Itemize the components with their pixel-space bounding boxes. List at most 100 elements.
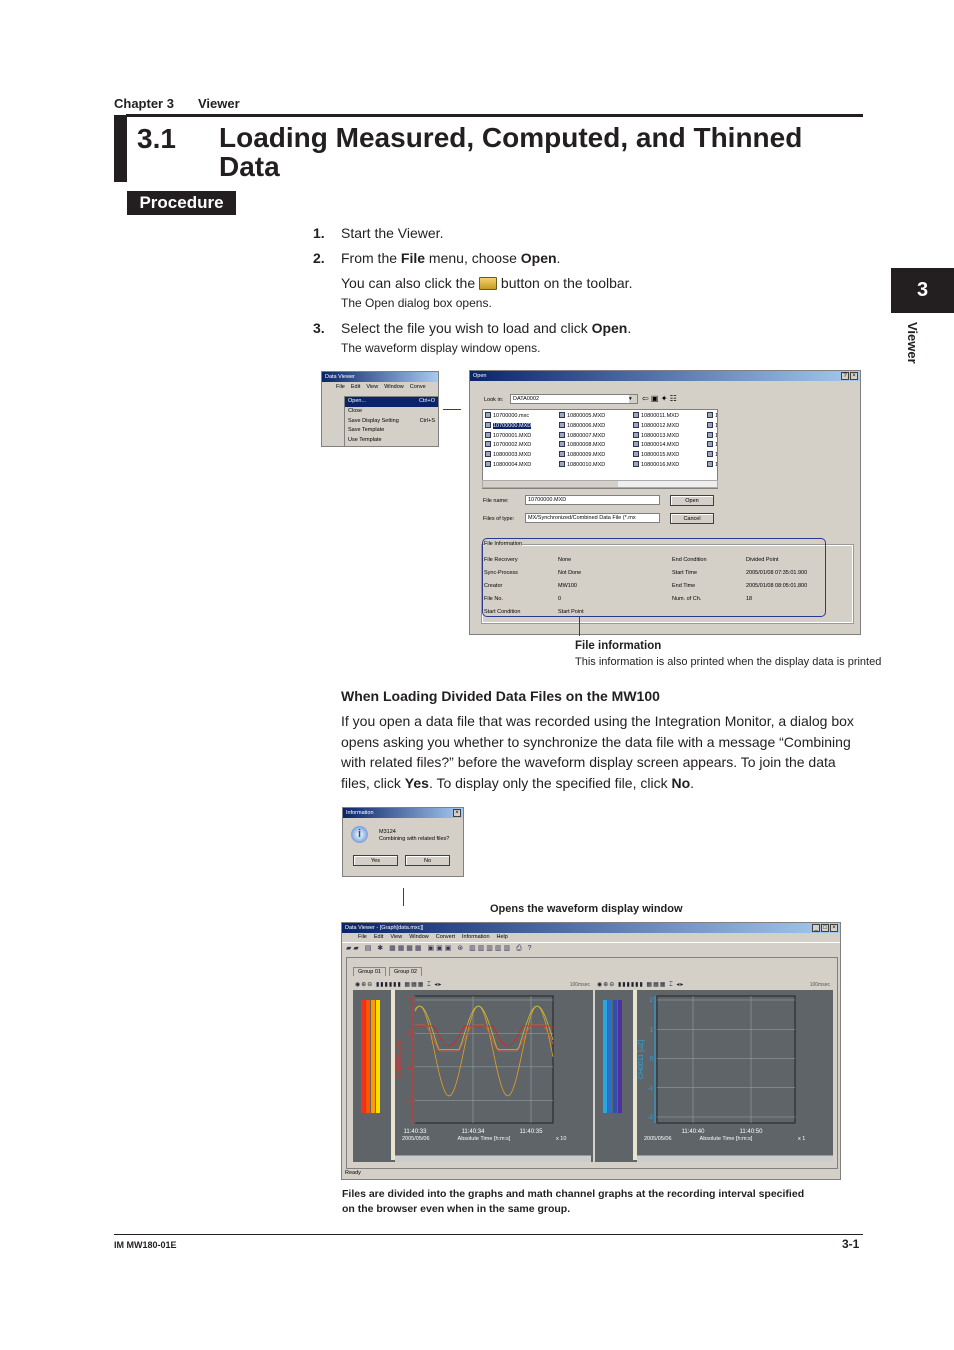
menu-item[interactable]: Close	[345, 407, 438, 417]
file-item[interactable]: 10700000.mxc	[485, 412, 559, 422]
chapter-tab-label: Viewer	[905, 322, 920, 364]
file-icon	[485, 451, 491, 458]
menu-item[interactable]: Save Template	[345, 426, 438, 436]
file-item[interactable]: 10800010.MXD	[559, 460, 633, 471]
file-item[interactable]: 1	[707, 441, 717, 451]
horizontal-scrollbar[interactable]	[395, 1155, 591, 1162]
file-item[interactable]: 10800013.MXD	[633, 431, 707, 442]
y-tick-label: 0	[408, 1031, 412, 1037]
file-icon	[633, 412, 639, 418]
file-item[interactable]: 1	[707, 431, 717, 442]
menu-item[interactable]: Open... Ctrl+O	[345, 397, 438, 407]
tab-group-02[interactable]: Group 02	[389, 967, 422, 976]
help-button[interactable]: ?	[841, 372, 849, 380]
figure-caption: Files are divided into the graphs and ma…	[342, 1188, 805, 1200]
file-icon	[559, 451, 565, 458]
file-item[interactable]: 1	[707, 451, 717, 461]
callout-description: This information is also printed when th…	[575, 656, 882, 668]
menu-file[interactable]: File	[336, 382, 345, 392]
step-text: Select the file you wish to load and cli…	[341, 320, 632, 336]
file-icon	[707, 412, 713, 418]
toolbar-icons[interactable]: ⇦ ▣ ✦ ☷	[642, 394, 677, 403]
step-alt-text: You can also click the button on the too…	[341, 275, 633, 291]
close-button[interactable]: ×	[453, 809, 461, 817]
menu-help[interactable]: Help	[497, 933, 508, 942]
look-in-select[interactable]: DATA0002 ▾	[510, 394, 638, 404]
header-rule	[126, 114, 863, 117]
menu-window[interactable]: Window	[384, 382, 404, 392]
file-item[interactable]: 10700000.MXD	[485, 421, 559, 432]
file-item[interactable]: 10800015.MXD	[633, 451, 707, 461]
file-info-row: Start Condition Start Point	[484, 609, 584, 615]
menu-item[interactable]: Save Display Setting Ctrl+S	[345, 417, 438, 427]
y-tick-label: 0	[650, 1057, 654, 1063]
plot-svg: 2 1 0 -1 -2 11:40:40 11:40:50 CH0011 [uZ] Absolu…	[638, 995, 805, 1142]
menu-edit[interactable]: Edit	[374, 933, 383, 942]
file-item[interactable]: 10800011.MXD	[633, 412, 707, 422]
running-header: Chapter 3 Viewer	[114, 96, 240, 111]
file-item[interactable]: 10800016.MXD	[633, 460, 707, 471]
arrow-right-icon	[443, 409, 461, 410]
group-panel: Group 01 Group 02 ◉⊕⊖ ▮▮▮▮▮▮ ▦▦▦ ⌶ ◂▸ 100…	[346, 957, 838, 1169]
close-button[interactable]: ×	[830, 924, 838, 932]
file-item[interactable]: 10800007.MXD	[559, 431, 633, 442]
file-item[interactable]: 10800003.MXD	[485, 451, 559, 461]
step-number: 2.	[313, 250, 325, 266]
x-tick-label: 11:40:35	[520, 1129, 544, 1135]
callout-line	[579, 616, 580, 636]
file-item[interactable]: 10800014.MXD	[633, 441, 707, 451]
arrow-down-icon	[403, 888, 404, 906]
file-type-select[interactable]: MX/Synchronized/Combined Data File (*.mx	[525, 513, 660, 523]
file-icon	[485, 431, 491, 438]
file-item[interactable]: 10700001.MXD	[485, 431, 559, 442]
file-item[interactable]: 1	[707, 460, 717, 471]
cancel-button[interactable]: Cancel	[670, 513, 714, 524]
y-tick-label: -2	[648, 1115, 654, 1121]
file-icon	[559, 412, 565, 418]
file-item[interactable]: 1	[707, 421, 717, 432]
file-info-table: File Recovery None End Condition Divided Po…	[484, 557, 829, 622]
file-list[interactable]: 10700000.mxc 10700000.MXD 10700001.MXD 1070…	[482, 409, 718, 489]
y-axis-label: CH0011 [uZ]	[638, 1040, 645, 1079]
file-name-input[interactable]: 10700000.MXD	[525, 495, 660, 505]
menu-item[interactable]: Use Template	[345, 436, 438, 446]
menu-edit[interactable]: Edit	[351, 382, 360, 392]
step-number: 3.	[313, 320, 325, 336]
menu-window[interactable]: Window	[409, 933, 429, 942]
window-title: Data Viewer - [Graph[data.mxc]]	[342, 923, 840, 933]
file-item[interactable]: 10800008.MXD	[559, 441, 633, 451]
file-item[interactable]: 10800004.MXD	[485, 460, 559, 471]
file-icon	[633, 441, 639, 448]
file-item[interactable]: 10800006.MXD	[559, 421, 633, 432]
file-item[interactable]: 10700002.MXD	[485, 441, 559, 451]
menu-convert[interactable]: Convert	[436, 933, 455, 942]
graph-pane-left: ◉⊕⊖ ▮▮▮▮▮▮ ▦▦▦ ⌶ ◂▸ 100msec 2 0 -2 -4 11:40:33…	[353, 980, 593, 1162]
minimize-button[interactable]: _	[812, 924, 820, 932]
y-tick-label: -2	[406, 1065, 412, 1071]
document-id: IM MW180-01E	[114, 1240, 177, 1250]
section-bar	[114, 115, 127, 182]
menu-information[interactable]: Information	[462, 933, 490, 942]
file-item[interactable]: 10800005.MXD	[559, 412, 633, 422]
menu-view[interactable]: View	[366, 382, 378, 392]
tab-group-01[interactable]: Group 01	[353, 967, 386, 976]
horizontal-scrollbar[interactable]	[482, 480, 718, 488]
open-dialog: Open ? × Look in: DATA0002 ▾ ⇦ ▣ ✦ ☷ 10700…	[469, 370, 861, 635]
menu-conve[interactable]: Conve	[410, 382, 426, 392]
toolbar[interactable]: ▰▰ ▤ ✱ ▦▦▦▦ ▣▣▣ ⊛ ▥▥▥▥▥ ⎙ ?	[342, 942, 840, 954]
file-item[interactable]: 10800012.MXD	[633, 421, 707, 432]
file-item[interactable]: 10800009.MXD	[559, 451, 633, 461]
horizontal-scrollbar[interactable]	[637, 1155, 833, 1162]
no-button[interactable]: No	[405, 855, 450, 866]
menu-view[interactable]: View	[390, 933, 402, 942]
chapter-tab[interactable]: 3	[891, 268, 954, 313]
step-text: From the File menu, choose Open.	[341, 250, 561, 266]
open-button[interactable]: Open	[670, 495, 714, 506]
close-button[interactable]: ×	[850, 372, 858, 380]
file-icon	[633, 451, 639, 458]
maximize-button[interactable]: □	[821, 924, 829, 932]
menu-file[interactable]: File	[358, 933, 367, 942]
page-number: 3-1	[842, 1237, 860, 1251]
yes-button[interactable]: Yes	[353, 855, 398, 866]
file-item[interactable]: 1	[707, 412, 717, 422]
